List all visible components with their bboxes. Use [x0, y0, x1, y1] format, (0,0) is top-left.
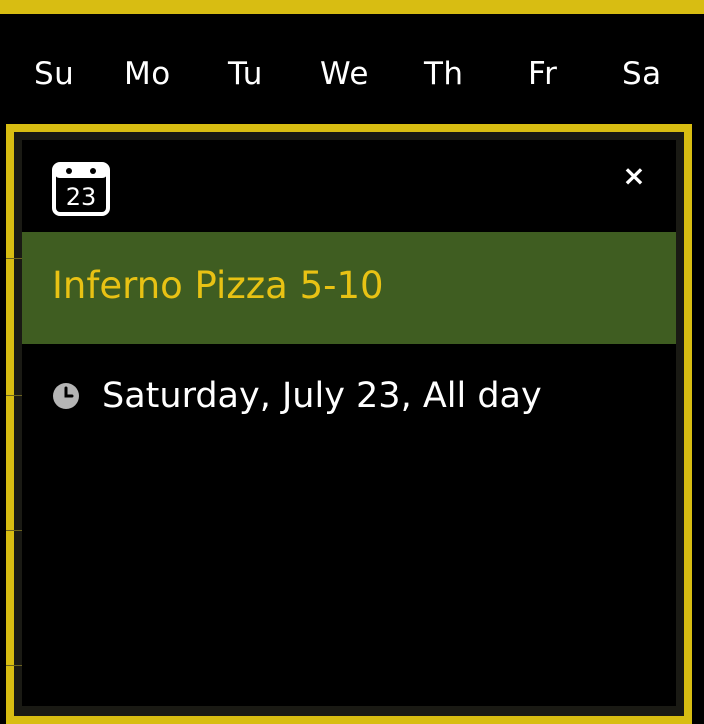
popup-toolbar: 23 ×	[22, 140, 676, 232]
event-title: Inferno Pizza 5-10	[52, 264, 384, 307]
clock-icon	[53, 383, 79, 409]
weekday-sunday: Su	[34, 56, 75, 92]
event-banner[interactable]: Inferno Pizza 5-10	[22, 232, 676, 344]
calendar-icon: 23	[52, 162, 110, 216]
weekday-saturday: Sa	[622, 56, 662, 92]
weekday-monday: Mo	[124, 56, 171, 92]
event-details-popup: 23 × Inferno Pizza 5-10 Saturday, July 2…	[22, 140, 676, 706]
weekday-tuesday: Tu	[228, 56, 263, 92]
weekday-header: Su Mo Tu We Th Fr Sa	[0, 14, 704, 124]
event-datetime: Saturday, July 23, All day	[102, 376, 542, 416]
weekday-friday: Fr	[528, 56, 558, 92]
calendar-icon-day: 23	[66, 183, 97, 211]
weekday-wednesday: We	[320, 56, 369, 92]
weekday-thursday: Th	[424, 56, 464, 92]
event-time-row: Saturday, July 23, All day	[52, 376, 542, 416]
top-border	[0, 0, 704, 14]
close-button[interactable]: ×	[616, 158, 652, 194]
